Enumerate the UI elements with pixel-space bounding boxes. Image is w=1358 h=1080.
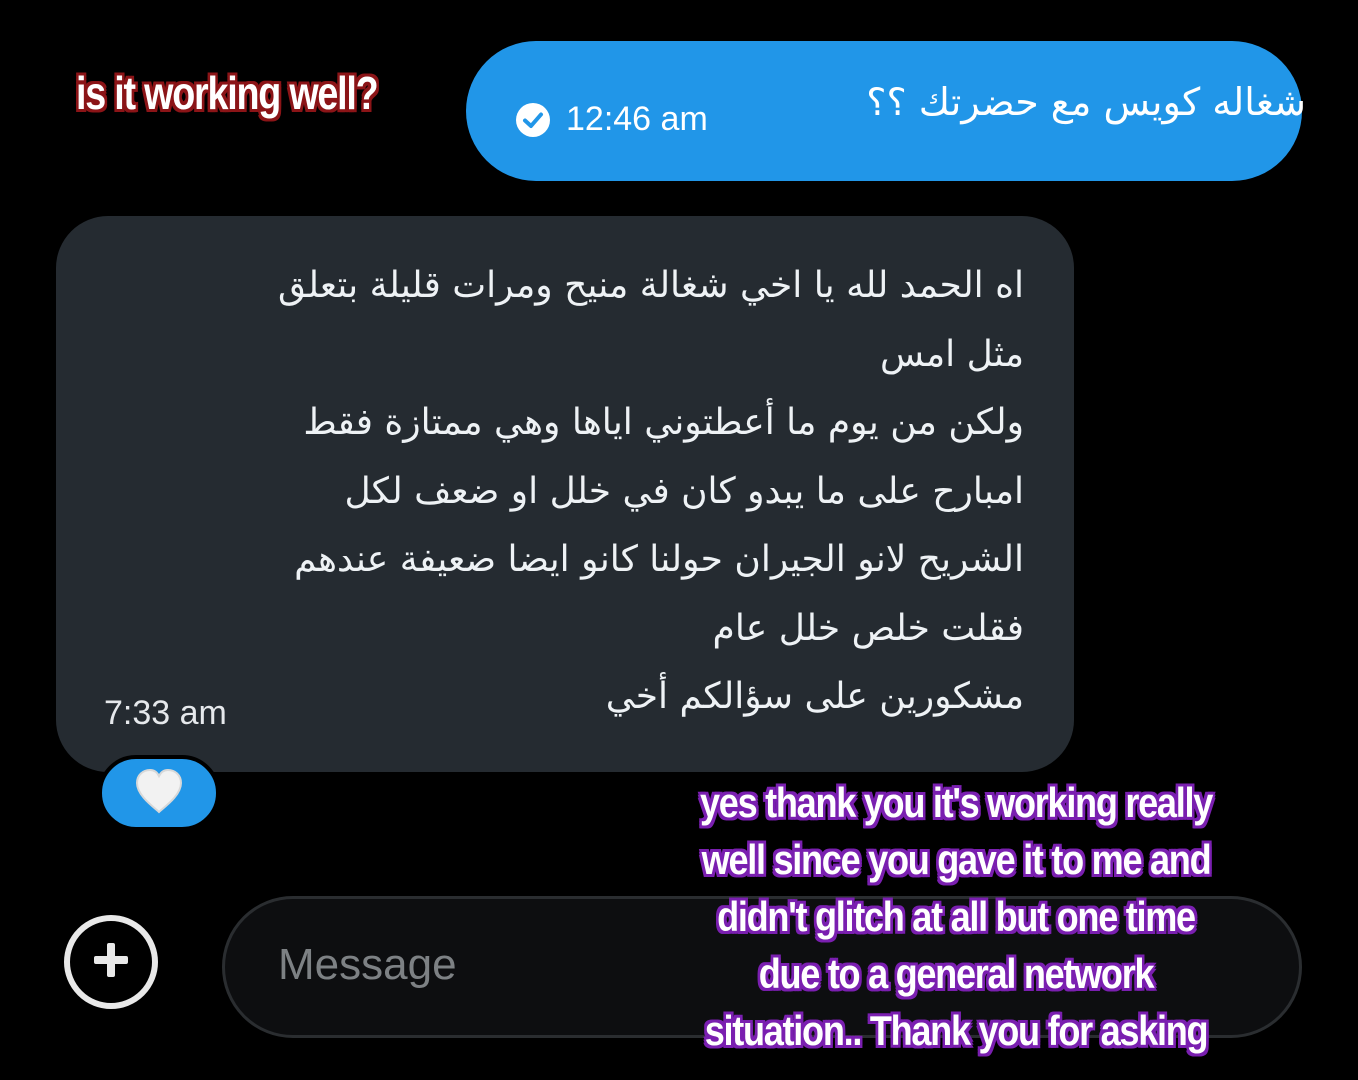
caption-line: yes thank you it's working really	[699, 779, 1213, 826]
chat-screen: شغاله كويس مع حضرتك ؟؟ 12:46 am اه الحمد…	[0, 0, 1358, 1080]
received-message-text: اه الحمد لله يا اخي شغالة منيح ومرات قلي…	[124, 252, 1024, 732]
white-heart-icon	[133, 768, 185, 818]
received-message-line: فقلت خلص خلل عام	[712, 607, 1024, 649]
caption-translation-answer: yes thank you it's working really well s…	[636, 774, 1276, 1059]
add-attachment-button[interactable]	[64, 915, 158, 1009]
received-message-line: مشكورين على سؤالكم أخي	[605, 676, 1024, 717]
check-circle-icon	[514, 101, 552, 139]
received-message-line: اه الحمد لله يا اخي شغالة منيح ومرات قلي…	[277, 265, 1024, 306]
sent-message-time: 12:46 am	[566, 100, 708, 138]
received-message-line: ولكن من يوم ما أعطتوني اياها وهي ممتازة …	[303, 402, 1024, 443]
received-message-time: 7:33 am	[104, 694, 227, 732]
received-message-line: مثل امس	[879, 333, 1024, 375]
message-input-placeholder: Message	[278, 940, 457, 989]
caption-translation-question: is it working well?	[76, 67, 379, 119]
caption-line: due to a general network	[758, 950, 1155, 997]
caption-line: situation.. Thank you for asking	[704, 1007, 1209, 1054]
received-message-line: امبارح على ما يبدو كان في خلل او ضعف لكل	[344, 470, 1024, 512]
sent-message-text: شغاله كويس مع حضرتك ؟؟	[866, 80, 1306, 124]
caption-line: well since you gave it to me and	[701, 836, 1212, 883]
reaction-badge[interactable]	[98, 755, 220, 831]
plus-circle-icon	[88, 937, 134, 987]
sent-message-meta: 12:46 am	[514, 100, 708, 139]
caption-line: didn't glitch at all but one time	[717, 893, 1196, 940]
received-message-line: الشريح لانو الجيران حولنا كانو ايضا ضعيف…	[294, 539, 1024, 580]
